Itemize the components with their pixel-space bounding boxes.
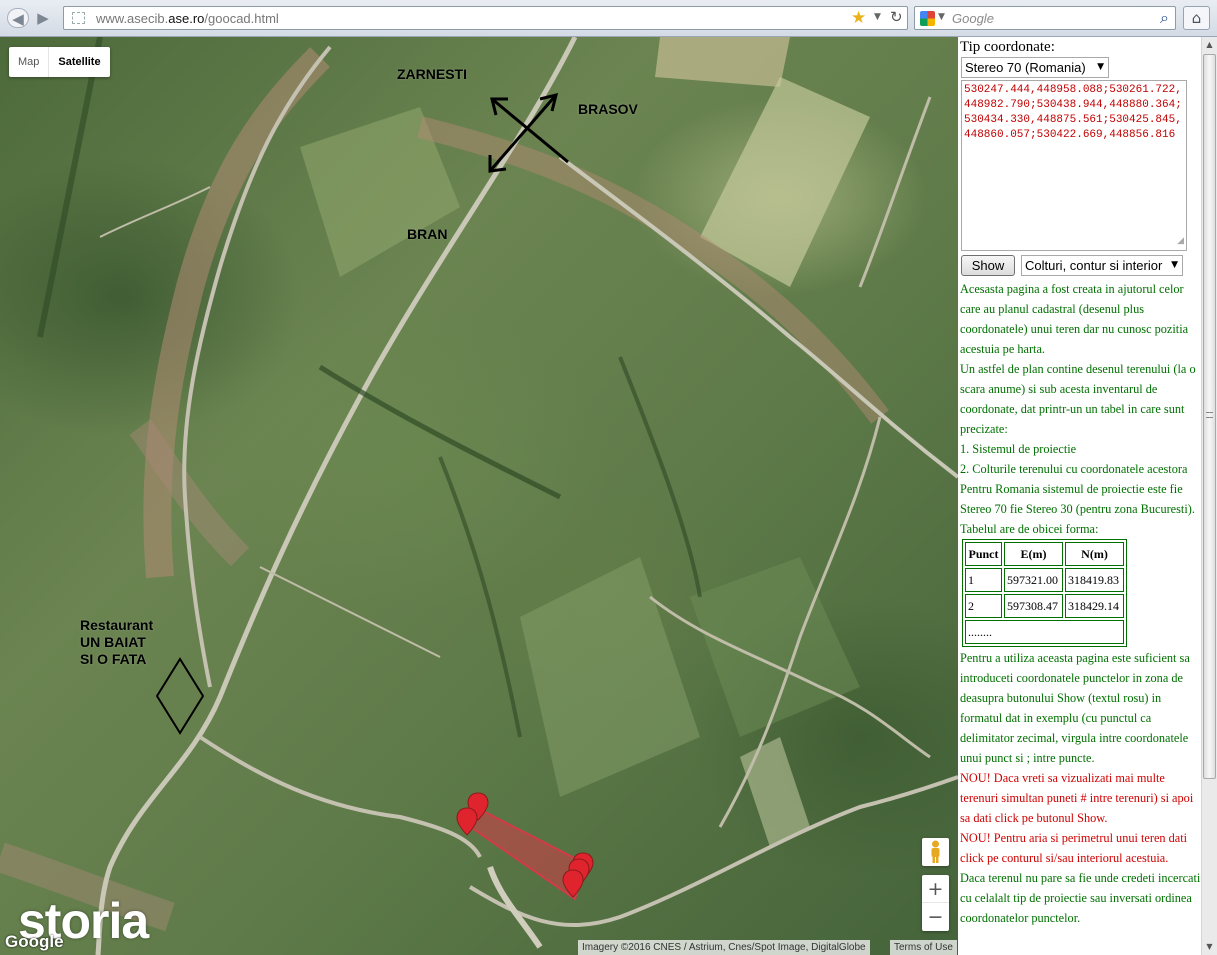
map-terrain — [0, 37, 958, 955]
url-text[interactable]: www.asecib.ase.ro/goocad.html — [96, 11, 279, 26]
projection-paragraph: Pentru Romania sistemul de proiectie est… — [960, 482, 1195, 516]
display-mode-select[interactable]: Colturi, contur si interior ▼ — [1021, 255, 1183, 276]
zoom-in-button[interactable]: + — [922, 875, 949, 903]
troubleshoot-paragraph: Daca terenul nu pare sa fie unde credeti… — [960, 871, 1201, 925]
satellite-map[interactable]: Map Satellite ZARNESTI BRASOV BRAN Resta… — [0, 37, 958, 955]
reload-icon[interactable]: ↻ — [890, 8, 903, 26]
new-feature-note: NOU! Pentru aria si perimetrul unui tere… — [960, 831, 1188, 865]
google-map-logo[interactable]: Google — [5, 932, 64, 952]
new-feature-note: NOU! Daca vreti sa vizualizati mai multe… — [960, 771, 1194, 825]
table-header-row: Punct E(m) N(m) — [965, 542, 1124, 566]
chevron-down-icon[interactable]: ▼ — [938, 12, 945, 22]
home-button[interactable]: ⌂ — [1183, 6, 1210, 30]
map-type-control: Map Satellite — [9, 47, 110, 77]
restaurant-line-3: SI O FATA — [80, 651, 147, 667]
table-cell: 597321.00 — [1004, 568, 1063, 592]
restaurant-line-1: Restaurant — [80, 617, 154, 633]
table-row: 1 597321.00 318419.83 — [965, 568, 1124, 592]
map-label-brasov: BRASOV — [578, 101, 638, 117]
star-icon[interactable]: ★ — [851, 8, 866, 28]
search-placeholder[interactable]: Google — [952, 11, 994, 26]
back-button[interactable]: ◀ — [7, 8, 29, 28]
arrow-left-icon: ◀ — [12, 10, 24, 28]
example-coordinates-table: Punct E(m) N(m) 1 597321.00 318419.83 2 … — [962, 539, 1127, 647]
site-identity-icon[interactable] — [72, 12, 85, 24]
zoom-control: + − — [922, 875, 949, 931]
table-cell: 2 — [965, 594, 1002, 618]
table-row: 2 597308.47 318429.14 — [965, 594, 1124, 618]
coord-system-select[interactable]: Stereo 70 (Romania) ▼ — [961, 57, 1109, 78]
coord-type-label: Tip coordonate: — [960, 39, 1055, 55]
show-button[interactable]: Show — [961, 255, 1015, 276]
table-cell: 1 — [965, 568, 1002, 592]
instructions: Acesasta pagina a fost creata in ajutoru… — [960, 279, 1201, 928]
google-search-engine-icon[interactable] — [920, 11, 935, 26]
url-path: /goocad.html — [204, 11, 279, 26]
chevron-down-icon: ▼ — [1171, 260, 1178, 270]
table-header: Punct — [965, 542, 1002, 566]
map-type-satellite-button[interactable]: Satellite — [48, 47, 109, 77]
url-prefix: www.asecib. — [96, 11, 169, 26]
table-ellipsis-cell: ........ — [965, 620, 1124, 644]
chevron-down-icon: ▼ — [1097, 62, 1104, 72]
browser-toolbar: ◀ ▶ www.asecib.ase.ro/goocad.html ★ ▼ ↻ … — [0, 0, 1217, 37]
coordinate-panel: Tip coordonate: Stereo 70 (Romania) ▼ 53… — [958, 37, 1201, 955]
search-bar[interactable]: ▼ Google ⌕ — [914, 6, 1176, 30]
forward-button[interactable]: ▶ — [32, 8, 54, 28]
list-item: 2. Colturile terenului cu coordonatele a… — [960, 462, 1188, 476]
scroll-down-icon[interactable]: ▼ — [1202, 939, 1217, 955]
usage-paragraph: Pentru a utiliza aceasta pagina este suf… — [960, 651, 1190, 765]
map-attribution: Imagery ©2016 CNES / Astrium, Cnes/Spot … — [578, 940, 870, 955]
table-cell: 318429.14 — [1065, 594, 1124, 618]
table-row: ........ — [965, 620, 1124, 644]
map-type-map-button[interactable]: Map — [9, 47, 48, 77]
page-scrollbar[interactable]: ▲ ▼ — [1201, 37, 1217, 955]
grip-icon — [1206, 412, 1213, 418]
table-header: E(m) — [1004, 542, 1063, 566]
street-view-button[interactable] — [922, 838, 949, 866]
plan-paragraph: Un astfel de plan contine desenul terenu… — [960, 362, 1196, 436]
pegman-icon — [931, 840, 940, 863]
terms-of-use-link[interactable]: Terms of Use — [890, 940, 957, 955]
display-mode-value: Colturi, contur si interior — [1025, 258, 1163, 273]
table-cell: 318419.83 — [1065, 568, 1124, 592]
map-label-bran: BRAN — [407, 226, 448, 242]
table-cell: 597308.47 — [1004, 594, 1063, 618]
chevron-down-icon[interactable]: ▼ — [874, 12, 881, 22]
table-intro: Tabelul are de obicei forma: — [960, 522, 1099, 536]
url-host: ase.ro — [168, 11, 205, 26]
zoom-out-button[interactable]: − — [922, 903, 949, 931]
table-header: N(m) — [1065, 542, 1124, 566]
scrollbar-thumb[interactable] — [1203, 54, 1216, 779]
coord-system-value: Stereo 70 (Romania) — [965, 60, 1086, 75]
restaurant-line-2: UN BAIAT — [80, 634, 146, 650]
intro-paragraph: Acesasta pagina a fost creata in ajutoru… — [960, 282, 1189, 356]
arrow-right-icon: ▶ — [37, 9, 49, 27]
address-bar[interactable]: www.asecib.ase.ro/goocad.html ★ ▼ ↻ — [63, 6, 908, 30]
magnifier-icon[interactable]: ⌕ — [1160, 8, 1169, 28]
map-label-zarnesti: ZARNESTI — [397, 66, 467, 82]
coordinates-textarea[interactable]: 530247.444,448958.088;530261.722,448982.… — [961, 80, 1187, 251]
resize-grip-icon[interactable]: ◢ — [1177, 234, 1184, 249]
coordinates-text: 530247.444,448958.088;530261.722,448982.… — [964, 84, 1182, 141]
home-icon: ⌂ — [1191, 9, 1202, 27]
scroll-up-icon[interactable]: ▲ — [1202, 37, 1217, 53]
list-item: 1. Sistemul de proiectie — [960, 442, 1077, 456]
map-label-restaurant: Restaurant UN BAIAT SI O FATA — [80, 617, 153, 668]
